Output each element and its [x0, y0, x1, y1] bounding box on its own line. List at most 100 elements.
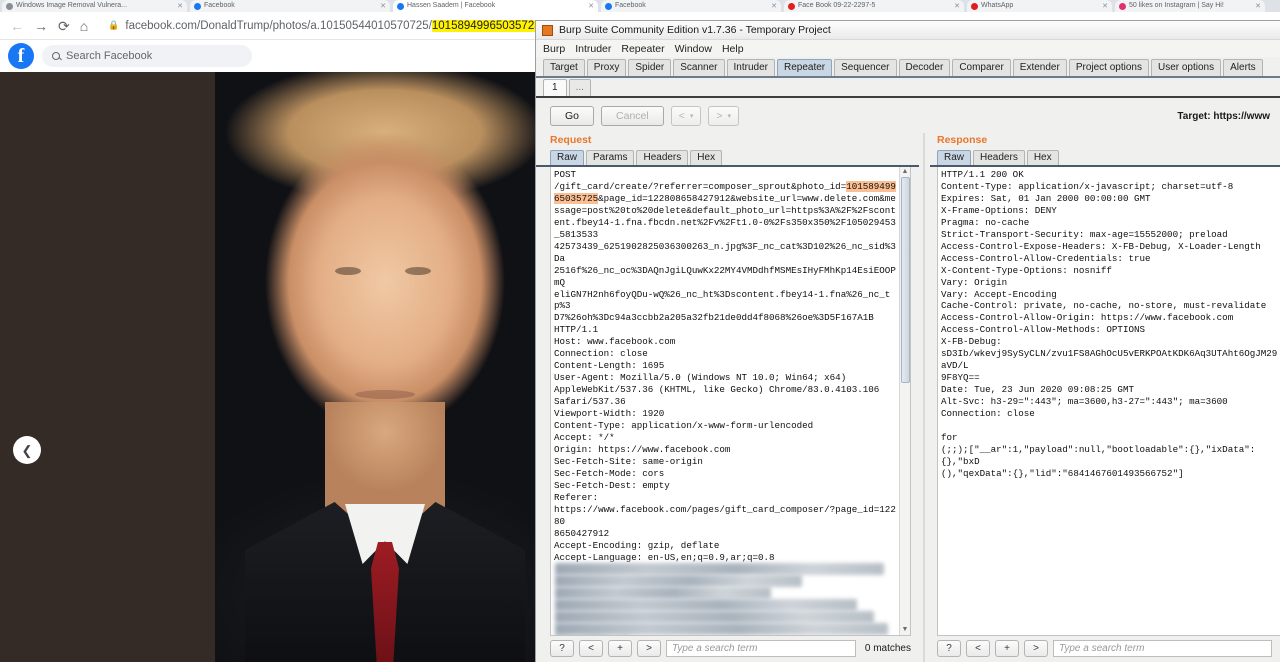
response-search-bar: ? < + > Type a search term	[930, 636, 1280, 662]
browser-tab-active[interactable]: Hassen Saadem | Facebook ✕	[393, 0, 598, 12]
response-editor[interactable]: HTTP/1.1 200 OK Content-Type: applicatio…	[937, 167, 1280, 636]
tab-title: WhatsApp	[981, 2, 1014, 9]
tab-title: Hassen Saadem | Facebook	[407, 2, 496, 9]
photo-detail	[335, 267, 361, 275]
response-tab-headers[interactable]: Headers	[973, 150, 1025, 165]
tab-extender[interactable]: Extender	[1012, 59, 1067, 76]
forward-arrow-icon[interactable]: →	[34, 19, 48, 33]
response-tab-hex[interactable]: Hex	[1026, 150, 1059, 165]
lock-icon: 🔒	[108, 20, 120, 30]
request-body-pre: POST /gift_card/create/?referrer=compose…	[554, 169, 847, 192]
tab-scanner[interactable]: Scanner	[673, 59, 725, 76]
tab-spider[interactable]: Spider	[628, 59, 672, 76]
tab-close-icon[interactable]: ✕	[1102, 2, 1108, 10]
tab-close-icon[interactable]: ✕	[588, 2, 594, 10]
scrollbar-thumb[interactable]	[900, 177, 910, 383]
target-label: Target: https://www	[1177, 110, 1270, 122]
request-scrollbar[interactable]: ▲ ▼	[899, 167, 910, 635]
url-highlight: 10158949965035725/	[431, 19, 544, 32]
browser-tab[interactable]: Facebook ✕	[190, 0, 390, 12]
tab-favicon-icon	[788, 2, 795, 10]
repeater-tab-new[interactable]: ...	[568, 79, 591, 96]
menu-item-window[interactable]: Window	[675, 43, 712, 55]
response-title: Response	[937, 134, 988, 146]
back-arrow-icon: <	[678, 110, 685, 122]
search-icon	[52, 52, 60, 60]
tab-target[interactable]: Target	[543, 59, 585, 76]
browser-tab[interactable]: WhatsApp ✕	[967, 0, 1112, 12]
menu-item-repeater[interactable]: Repeater	[621, 43, 664, 55]
response-help-button[interactable]: ?	[937, 640, 961, 657]
burp-main-tabs: Target Proxy Spider Scanner Intruder Rep…	[536, 57, 1280, 78]
tab-proxy[interactable]: Proxy	[586, 59, 627, 76]
request-search-prev-button[interactable]: <	[579, 640, 603, 657]
browser-tab[interactable]: 50 likes on Instagram | Say Hi! ✕	[1115, 0, 1265, 12]
history-forward-button[interactable]: > ▾	[708, 106, 740, 126]
request-tab-headers[interactable]: Headers	[636, 150, 689, 165]
pane-splitter[interactable]	[919, 133, 930, 662]
tab-intruder[interactable]: Intruder	[726, 59, 775, 76]
request-body-post: &page_id=122808658427912&website_url=www…	[554, 192, 896, 563]
scroll-down-icon[interactable]: ▼	[902, 626, 909, 634]
search-placeholder: Search Facebook	[66, 50, 153, 62]
tab-repeater[interactable]: Repeater	[776, 59, 833, 76]
history-back-button[interactable]: < ▾	[670, 106, 702, 126]
menu-item-help[interactable]: Help	[722, 43, 744, 55]
burp-suite-window: Burp Suite Community Edition v1.7.36 - T…	[535, 20, 1280, 662]
response-search-add-button[interactable]: +	[995, 640, 1019, 657]
tab-favicon-icon	[605, 2, 612, 10]
tab-close-icon[interactable]: ✕	[954, 2, 960, 10]
redacted-cookie-line	[555, 611, 874, 624]
request-tab-hex[interactable]: Hex	[690, 150, 723, 165]
browser-tab[interactable]: Windows Image Removal Vulnera... ✕	[2, 0, 187, 12]
request-search-input[interactable]: Type a search term	[666, 640, 856, 657]
request-search-add-button[interactable]: +	[608, 640, 632, 657]
browser-tabstrip[interactable]: Windows Image Removal Vulnera... ✕ Faceb…	[0, 0, 1280, 12]
go-button[interactable]: Go	[550, 106, 595, 126]
facebook-logo-icon[interactable]: f	[8, 43, 34, 69]
tab-close-icon[interactable]: ✕	[1255, 2, 1261, 10]
request-tab-params[interactable]: Params	[586, 150, 635, 165]
tab-close-icon[interactable]: ✕	[771, 2, 777, 10]
home-icon[interactable]: ⌂	[80, 19, 88, 33]
tab-alerts[interactable]: Alerts	[1223, 59, 1263, 76]
tab-close-icon[interactable]: ✕	[177, 2, 183, 10]
tab-title: Windows Image Removal Vulnera...	[16, 2, 128, 9]
response-search-input[interactable]: Type a search term	[1053, 640, 1272, 657]
tab-sequencer[interactable]: Sequencer	[834, 59, 897, 76]
tab-comparer[interactable]: Comparer	[952, 59, 1011, 76]
repeater-tab-1[interactable]: 1	[543, 79, 567, 96]
url-text: facebook.com/DonaldTrump/photos/a.101505…	[125, 19, 544, 32]
tab-user-options[interactable]: User options	[1150, 59, 1222, 76]
scroll-up-icon[interactable]: ▲	[902, 168, 909, 176]
response-tab-raw[interactable]: Raw	[937, 150, 972, 165]
menu-item-burp[interactable]: Burp	[543, 43, 565, 55]
response-search-next-button[interactable]: >	[1024, 640, 1048, 657]
burp-titlebar[interactable]: Burp Suite Community Edition v1.7.36 - T…	[536, 21, 1280, 40]
prev-photo-button[interactable]: ❮	[13, 436, 41, 464]
response-search-prev-button[interactable]: <	[966, 640, 990, 657]
tab-project-options[interactable]: Project options	[1068, 59, 1149, 76]
back-arrow-icon[interactable]: ←	[10, 19, 24, 33]
request-help-button[interactable]: ?	[550, 640, 574, 657]
facebook-search-input[interactable]: Search Facebook	[42, 45, 252, 67]
browser-tab[interactable]: Facebook ✕	[601, 0, 781, 12]
tab-decoder[interactable]: Decoder	[898, 59, 951, 76]
browser-tab[interactable]: Face Book 09-22-2297-5 ✕	[784, 0, 964, 12]
burp-suite-icon	[542, 24, 553, 36]
request-search-next-button[interactable]: >	[637, 640, 661, 657]
response-body-text[interactable]: HTTP/1.1 200 OK Content-Type: applicatio…	[938, 167, 1280, 635]
redacted-cookie-line	[555, 599, 857, 612]
reload-icon[interactable]: ⟳	[58, 19, 70, 33]
forward-arrow-icon: >	[716, 110, 723, 122]
cancel-button[interactable]: Cancel	[601, 106, 664, 126]
request-search-bar: ? < + > Type a search term 0 matches	[536, 636, 919, 662]
request-body-text[interactable]: POST /gift_card/create/?referrer=compose…	[551, 167, 899, 635]
screen: Windows Image Removal Vulnera... ✕ Faceb…	[0, 0, 1280, 662]
photo-detail	[355, 390, 415, 399]
request-tab-raw[interactable]: Raw	[550, 150, 585, 165]
request-editor[interactable]: POST /gift_card/create/?referrer=compose…	[550, 167, 911, 636]
tab-close-icon[interactable]: ✕	[380, 2, 386, 10]
request-pane: Request Raw Params Headers Hex POST /gif…	[536, 133, 919, 662]
menu-item-intruder[interactable]: Intruder	[575, 43, 611, 55]
